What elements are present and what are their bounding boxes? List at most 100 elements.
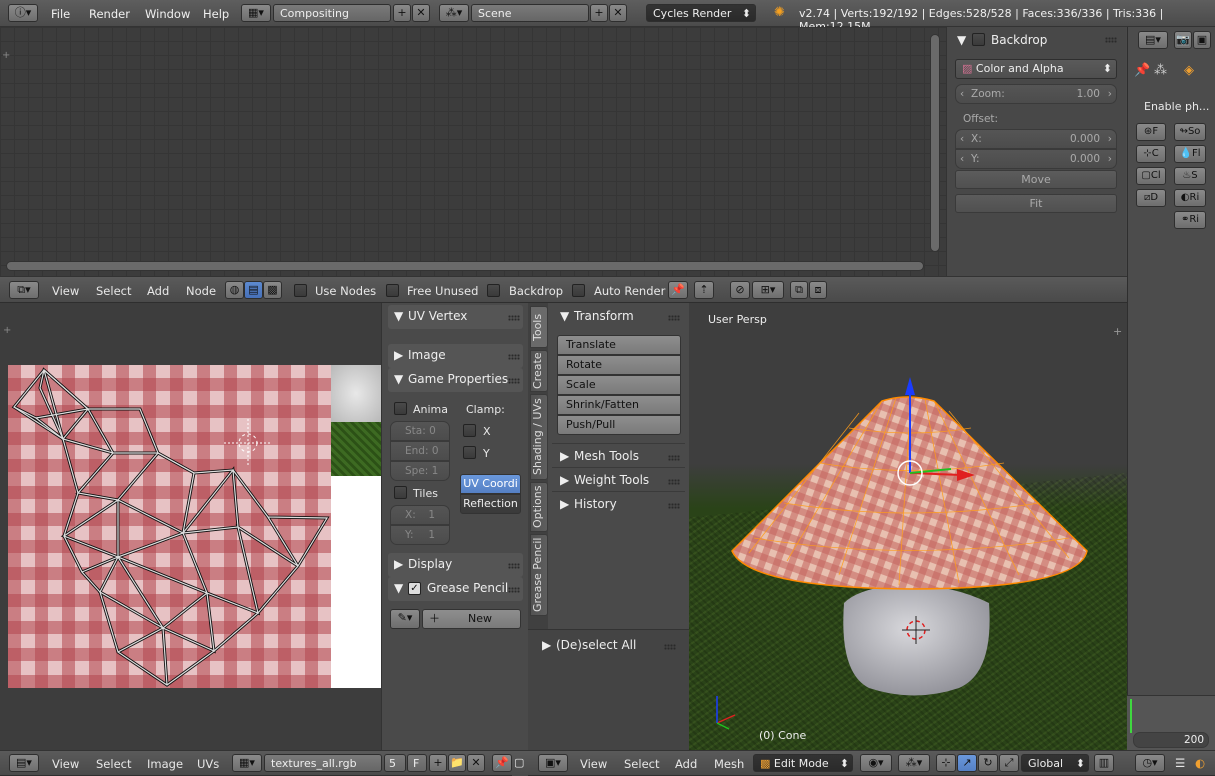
menu-render[interactable]: Render — [89, 7, 130, 21]
uv-menu-select[interactable]: Select — [96, 757, 131, 771]
grease-pencil-checkbox[interactable]: ✓ — [408, 582, 421, 595]
panel-grip-icon[interactable] — [668, 315, 680, 321]
render-tab-icon[interactable]: 📷 — [1174, 31, 1192, 49]
open-image-icon[interactable]: 📁 — [448, 754, 466, 772]
tile-y-field[interactable]: Y: 1 — [390, 525, 450, 545]
fluid-button[interactable]: 💧Fl — [1174, 145, 1206, 163]
image-editor-type-icon[interactable]: ▤▾ — [9, 754, 39, 772]
panel-grip-icon[interactable] — [664, 644, 676, 650]
backdrop-checkbox[interactable] — [972, 33, 985, 46]
move-button[interactable]: Move — [955, 170, 1117, 189]
dynamic-paint-button[interactable]: ⧄D — [1136, 189, 1166, 207]
vertical-scrollbar[interactable] — [930, 34, 940, 252]
3d-menu-select[interactable]: Select — [624, 757, 659, 771]
image-panel-header[interactable]: ▶ Image — [388, 344, 523, 368]
uv-menu-image[interactable]: Image — [147, 757, 183, 771]
uv-coordinates-mode-button[interactable]: UV Coordi — [460, 474, 521, 494]
rotate-button[interactable]: Rotate — [557, 355, 681, 375]
remove-scene-icon[interactable]: ✕ — [609, 4, 627, 22]
compositing-nodes-icon[interactable]: ▤ — [244, 281, 263, 299]
uv-menu-view[interactable]: View — [52, 757, 79, 771]
push-pull-button[interactable]: Push/Pull — [557, 415, 681, 435]
node-menu-view[interactable]: View — [52, 284, 79, 298]
shrink-fatten-button[interactable]: Shrink/Fatten — [557, 395, 681, 415]
panel-grip-icon[interactable] — [1105, 37, 1117, 43]
game-properties-panel-header[interactable]: ▼ Game Properties — [388, 368, 523, 392]
offset-x-field[interactable]: ‹ X: 0.000 › — [955, 129, 1117, 149]
expand-arrow-icon[interactable]: ▶ — [542, 638, 551, 652]
history-title[interactable]: History — [574, 497, 617, 511]
channel-dropdown[interactable]: ▨ Color and Alpha ⬍ — [955, 59, 1117, 79]
3d-menu-mesh[interactable]: Mesh — [714, 757, 744, 771]
texture-nodes-icon[interactable]: ▩ — [263, 281, 282, 299]
parent-node-tree-icon[interactable]: ⇡ — [694, 281, 714, 299]
panel-grip-icon[interactable] — [508, 354, 520, 360]
new-grease-pencil-button[interactable]: ＋ New — [422, 609, 521, 629]
scene-icon[interactable]: ⁂▾ — [439, 4, 469, 22]
grease-pencil-panel-header[interactable]: ▼ ✓ Grease Pencil — [388, 577, 523, 601]
snap-element-icon[interactable]: ⊞▾ — [752, 281, 784, 299]
rotate-manipulator-icon[interactable]: ↻ — [978, 754, 998, 772]
translate-button[interactable]: Translate — [557, 335, 681, 355]
tab-options[interactable]: Options — [530, 482, 548, 532]
menu-lines-icon[interactable]: ☰ — [1175, 756, 1185, 770]
properties-editor-icon[interactable]: ▤▾ — [1138, 31, 1168, 49]
expand-arrow-icon[interactable]: ▶ — [560, 473, 569, 487]
tab-shading-uvs[interactable]: Shading / UVs — [530, 394, 548, 480]
unlink-image-icon[interactable]: ✕ — [467, 754, 485, 772]
scale-manipulator-icon[interactable]: ⤢ — [999, 754, 1019, 772]
backdrop-toggle-checkbox[interactable] — [487, 284, 500, 297]
scale-button[interactable]: Scale — [557, 375, 681, 395]
menu-file[interactable]: File — [51, 7, 70, 21]
node-menu-select[interactable]: Select — [96, 284, 131, 298]
layers-icon[interactable]: ▥ — [1094, 754, 1114, 772]
interaction-mode-dropdown[interactable]: ▩ Edit Mode ⬍ — [753, 754, 853, 772]
node-editor-canvas[interactable] — [0, 27, 946, 276]
remove-layout-icon[interactable]: ✕ — [412, 4, 430, 22]
node-menu-add[interactable]: Add — [147, 284, 169, 298]
node-editor-type-icon[interactable]: ⧉▾ — [9, 281, 39, 299]
zoom-field[interactable]: ‹ Zoom: 1.00 › — [955, 84, 1117, 104]
add-layout-icon[interactable]: + — [393, 4, 411, 22]
tiles-checkbox[interactable] — [394, 486, 407, 499]
add-scene-icon[interactable]: + — [590, 4, 608, 22]
image-name-field[interactable]: textures_all.rgb — [264, 754, 382, 772]
copy-nodes-icon[interactable]: ⧉ — [790, 281, 808, 299]
soft-body-button[interactable]: ↬So — [1174, 123, 1206, 141]
record-icon[interactable]: ◐ — [1195, 756, 1205, 770]
pin-node-tree-icon[interactable]: 📌 — [668, 281, 688, 299]
panel-grip-icon[interactable] — [668, 503, 680, 509]
layout-grid-icon[interactable]: ▦▾ — [241, 4, 271, 22]
node-menu-node[interactable]: Node — [186, 284, 216, 298]
mode-selector-icon[interactable]: ▢ — [514, 756, 524, 769]
paste-nodes-icon[interactable]: ⧈ — [809, 281, 827, 299]
panel-grip-icon[interactable] — [668, 479, 680, 485]
timeline-area[interactable]: 200 — [1127, 695, 1215, 750]
z-arrow-icon[interactable] — [905, 377, 915, 395]
use-nodes-checkbox[interactable] — [294, 284, 307, 297]
panel-grip-icon[interactable] — [508, 563, 520, 569]
shader-nodes-icon[interactable]: ◍ — [225, 281, 244, 299]
panel-grip-icon[interactable] — [508, 587, 520, 593]
clamp-x-checkbox[interactable] — [463, 424, 476, 437]
corner-plus-icon[interactable]: + — [2, 50, 10, 61]
anim-speed-field[interactable]: Spe: 1 — [390, 461, 450, 481]
offset-y-field[interactable]: ‹ Y: 0.000 › — [955, 149, 1117, 169]
screen-layout-field[interactable]: Compositing — [273, 4, 391, 22]
transform-orientation-dropdown[interactable]: Global ⬍ — [1021, 754, 1089, 772]
uv-menu-uvs[interactable]: UVs — [197, 757, 219, 771]
snap-toggle-icon[interactable]: ⊘ — [730, 281, 750, 299]
pencil-icon[interactable]: ✎▾ — [390, 609, 420, 629]
tab-tools[interactable]: Tools — [530, 306, 548, 348]
timeline-type-icon[interactable]: ◷▾ — [1135, 754, 1165, 772]
rigid-body-button[interactable]: ◐Ri — [1174, 189, 1206, 207]
expand-arrow-icon[interactable]: ▶ — [560, 449, 569, 463]
3d-view-type-icon[interactable]: ▣▾ — [538, 754, 568, 772]
tab-grease-pencil[interactable]: Grease Pencil — [530, 534, 548, 616]
smoke-button[interactable]: ♨S — [1174, 167, 1206, 185]
scene-field[interactable]: Scene — [471, 4, 589, 22]
pivot-point-icon[interactable]: ⁂▾ — [898, 754, 930, 772]
manipulator-toggle-icon[interactable]: ⊹ — [936, 754, 956, 772]
tab-create[interactable]: Create — [530, 350, 548, 392]
3d-menu-add[interactable]: Add — [675, 757, 697, 771]
